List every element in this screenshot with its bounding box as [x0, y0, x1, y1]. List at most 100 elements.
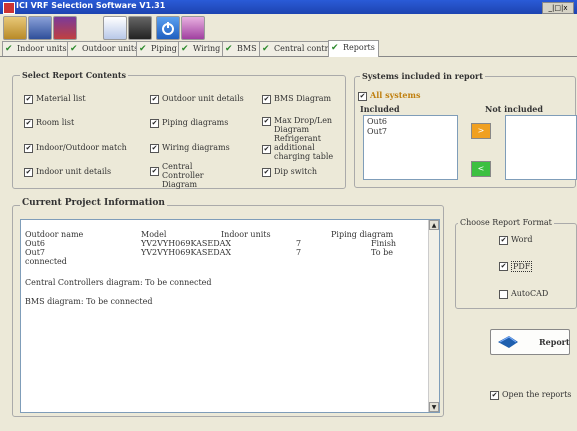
checkbox-label: Material list [36, 94, 86, 103]
not-included-label: Not included [485, 104, 543, 114]
tab-wiring[interactable]: ✔ Wiring [178, 41, 225, 56]
checkbox-label: AutoCAD [511, 289, 549, 298]
tab-label: Indoor units [17, 44, 67, 53]
checkbox-label: Word [511, 235, 533, 244]
not-included-list[interactable] [505, 115, 577, 180]
checkbox-box[interactable]: ✔ [262, 117, 271, 126]
checkbox-box[interactable]: ✔ [24, 168, 33, 177]
cell-text: BMS diagram: To be connected [25, 297, 153, 306]
vertical-scrollbar[interactable]: ▲ ▼ [428, 220, 439, 412]
move-left-button[interactable]: < [471, 161, 491, 177]
project-info-title: Current Project Information [20, 198, 167, 208]
tab-label: Piping [151, 44, 177, 53]
checkbox-label: BMS Diagram [274, 94, 332, 103]
tab-bms[interactable]: ✔ BMS [222, 41, 261, 56]
tab-label: Wiring [193, 44, 221, 53]
systems-title: Systems included in report [360, 71, 485, 81]
cell-text: Piping diagram [331, 230, 394, 239]
save-icon[interactable] [28, 16, 52, 40]
open-folder-icon[interactable] [3, 16, 27, 40]
check-icon: ✔ [5, 44, 13, 54]
cell-text: 7 [296, 239, 302, 248]
tab-reports[interactable]: ✔ Reports [328, 40, 379, 57]
cell-text: Model [141, 230, 167, 239]
cell-text: connected [25, 257, 67, 266]
project-info-textarea[interactable]: Outdoor name Model Indoor units Piping d… [20, 219, 440, 413]
checkbox-box[interactable]: ✔ [490, 391, 499, 400]
scroll-up-icon[interactable]: ▲ [429, 220, 439, 230]
checkbox-box[interactable]: ✔ [24, 144, 33, 153]
tab-bar: ✔ Indoor units ✔ Outdoor units ✔ Piping ✔ Wi… [0, 40, 577, 57]
check-icon: ✔ [70, 44, 78, 54]
checkbox-label: Piping diagrams [162, 118, 229, 127]
cell-text: 7 [296, 248, 302, 257]
cell-text: Outdoor name [25, 230, 84, 239]
report-button-label: Report [539, 337, 570, 347]
checkbox-label: Wiring diagrams [162, 143, 230, 152]
cell-text: To be [371, 248, 393, 257]
printer-icon[interactable] [128, 16, 152, 40]
scroll-down-icon[interactable]: ▼ [429, 402, 439, 412]
checkbox-label: All systems [370, 90, 421, 100]
window-title: ICI VRF Selection Software V1.31 [16, 1, 166, 10]
check-icon: ✔ [139, 44, 147, 54]
app-icon [3, 2, 15, 14]
select-report-title: Select Report Contents [20, 70, 129, 80]
tab-indoor-units[interactable]: ✔ Indoor units [2, 41, 71, 56]
checkbox-label: Central Controller Diagram [162, 162, 204, 189]
checkbox-label: Dip switch [274, 167, 317, 176]
checkbox-label: Refrigerant additional charging table [274, 134, 334, 161]
checkbox-label: Room list [36, 118, 75, 127]
checkbox-box[interactable]: ✔ [262, 145, 271, 154]
tab-label: BMS [237, 44, 257, 53]
tab-outdoor-units[interactable]: ✔ Outdoor units [67, 41, 143, 56]
tab-label: Outdoor units [82, 44, 139, 53]
check-icon: ✔ [225, 44, 233, 54]
checkbox-box[interactable]: ✔ [262, 95, 271, 104]
cell-text: Finish [371, 239, 397, 248]
report-format-title: Choose Report Format [458, 218, 554, 227]
checkbox-box[interactable]: ✔ [262, 168, 271, 177]
report-button[interactable]: Report [490, 329, 570, 355]
move-right-button[interactable]: > [471, 123, 491, 139]
tab-label: Reports [343, 43, 375, 52]
cube-icon[interactable] [53, 16, 77, 40]
checkbox-label: Outdoor unit details [162, 94, 244, 103]
window-controls[interactable]: _|□|x [542, 2, 574, 14]
tab-label: Central control [274, 44, 336, 53]
list-item[interactable]: Out6 [367, 117, 387, 126]
checkbox-box[interactable]: ✔ [150, 144, 159, 153]
brush-icon[interactable] [181, 16, 205, 40]
check-icon: ✔ [262, 44, 270, 54]
document-icon[interactable] [103, 16, 127, 40]
checkbox-box[interactable]: ✔ [150, 119, 159, 128]
check-icon: ✔ [331, 43, 339, 53]
cell-text: Indoor units [221, 230, 271, 239]
checkbox-label: Open the reports [502, 390, 572, 399]
checkbox-box[interactable]: ✔ [24, 119, 33, 128]
checkbox-label: Indoor unit details [36, 167, 112, 176]
report-icon [498, 336, 518, 348]
cell-text: Out7 [25, 248, 46, 257]
list-item[interactable]: Out7 [367, 127, 387, 136]
cell-text: Out6 [25, 239, 46, 248]
toolbar [0, 14, 577, 40]
power-icon[interactable] [156, 16, 180, 40]
included-list[interactable]: Out6 Out7 [363, 115, 458, 180]
checkbox-box[interactable]: ✔ [499, 262, 508, 271]
checkbox-label: PDF [511, 261, 533, 272]
checkbox-box[interactable] [499, 290, 508, 299]
checkbox-box[interactable]: ✔ [358, 92, 367, 101]
cell-text: YV2VYH069KASEDAX [141, 248, 232, 257]
included-label: Included [360, 104, 400, 114]
check-icon: ✔ [181, 44, 189, 54]
cell-text: YV2VYH069KASEDAX [141, 239, 232, 248]
checkbox-label: Max Drop/Len Diagram [274, 116, 333, 134]
checkbox-box[interactable]: ✔ [150, 95, 159, 104]
checkbox-box[interactable]: ✔ [150, 167, 159, 176]
checkbox-box[interactable]: ✔ [499, 236, 508, 245]
checkbox-box[interactable]: ✔ [24, 95, 33, 104]
title-bar: ICI VRF Selection Software V1.31 _|□|x [0, 0, 577, 14]
checkbox-label: Indoor/Outdoor match [36, 143, 127, 152]
tab-piping[interactable]: ✔ Piping [136, 41, 181, 56]
